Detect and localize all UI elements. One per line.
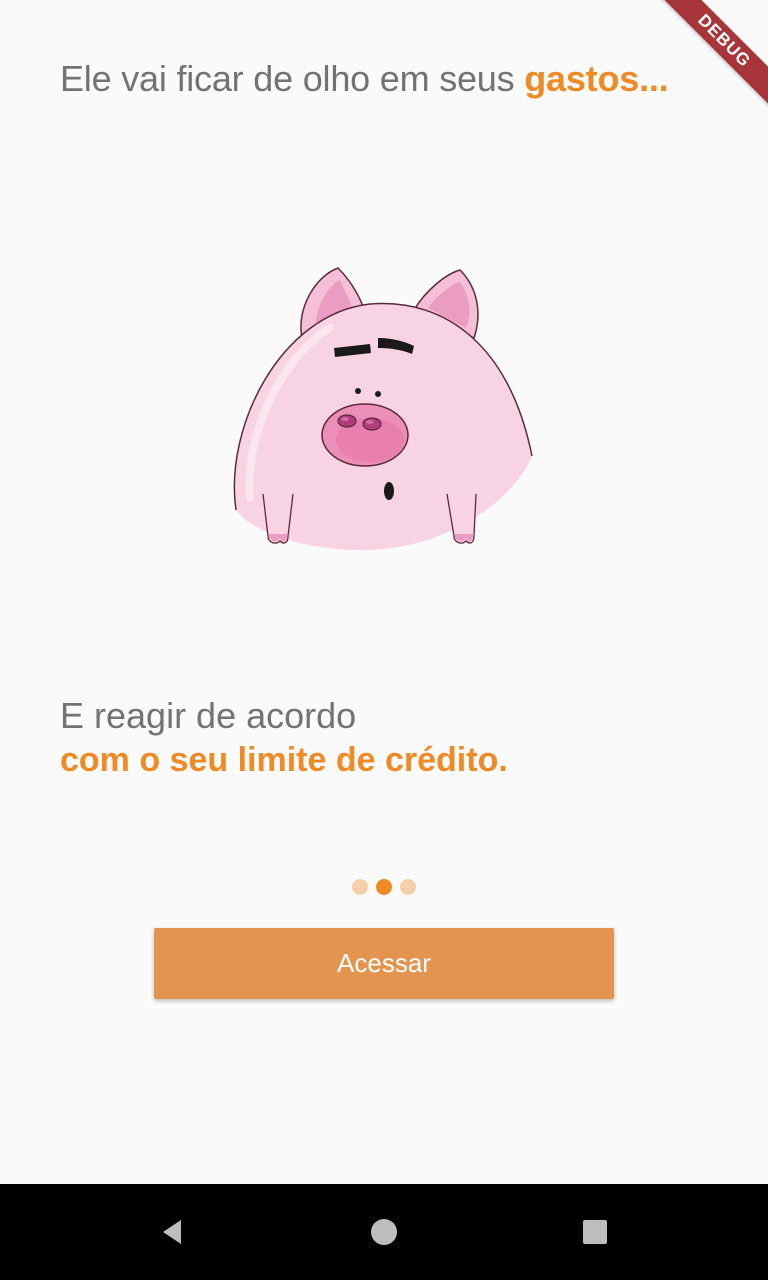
home-circle-icon[interactable] — [364, 1212, 404, 1252]
title-accent: gastos... — [524, 58, 669, 99]
recents-square-icon[interactable] — [575, 1212, 615, 1252]
page-dot-3[interactable] — [400, 879, 416, 895]
page-dot-1[interactable] — [352, 879, 368, 895]
access-button[interactable]: Acessar — [154, 928, 614, 999]
onboarding-screen: Ele vai ficar de olho em seus gastos... … — [0, 0, 768, 1280]
page-indicator — [0, 879, 768, 895]
pig-illustration — [220, 258, 550, 558]
pig-icon — [233, 267, 533, 550]
subtitle-line-2: com o seu limite de crédito. — [60, 741, 508, 779]
subtitle-line-1: E reagir de acordo — [60, 695, 357, 736]
page-dot-2-active[interactable] — [376, 879, 392, 895]
system-navigation-bar — [0, 1184, 768, 1280]
page-title: Ele vai ficar de olho em seus gastos... — [60, 58, 669, 100]
title-text: Ele vai ficar de olho em seus — [60, 58, 525, 99]
back-triangle-icon[interactable] — [152, 1212, 192, 1252]
subtitle: E reagir de acordo com o seu limite de c… — [60, 694, 508, 782]
